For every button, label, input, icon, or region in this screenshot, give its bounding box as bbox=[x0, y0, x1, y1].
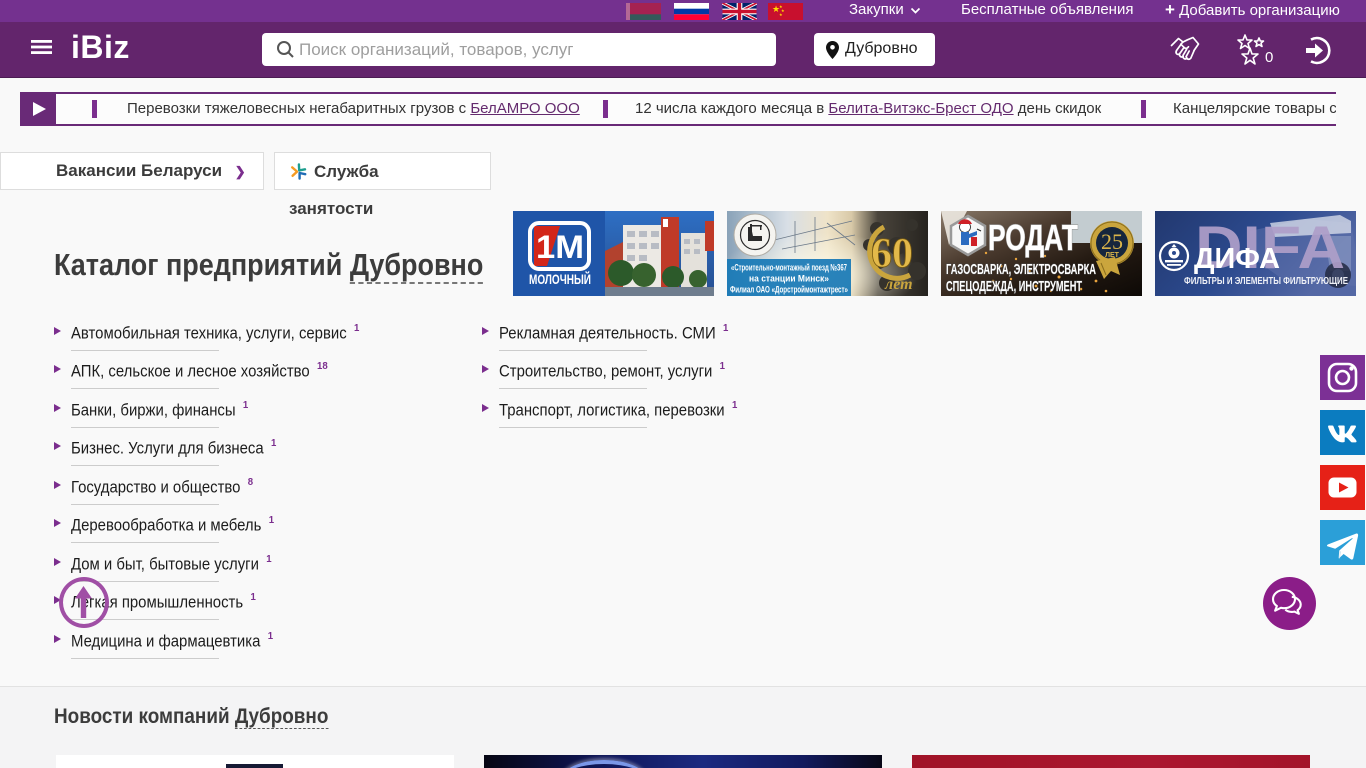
svg-text:60: 60 bbox=[871, 231, 913, 277]
svg-text:ФИЛЬТРЫ И ЭЛЕМЕНТЫ ФИЛЬТРУЮЩИЕ: ФИЛЬТРЫ И ЭЛЕМЕНТЫ ФИЛЬТРУЮЩИЕ bbox=[1184, 275, 1348, 287]
svg-text:★: ★ bbox=[779, 12, 783, 17]
svg-text:25: 25 bbox=[1101, 229, 1123, 254]
svg-text:лет: лет bbox=[884, 276, 913, 293]
svg-text:ГАЗОСВАРКА, ЭЛЕКТРОСВАРКА: ГАЗОСВАРКА, ЭЛЕКТРОСВАРКА bbox=[946, 261, 1096, 278]
svg-text:СПЕЦОДЕЖДА, ИНСТРУМЕНТ: СПЕЦОДЕЖДА, ИНСТРУМЕНТ bbox=[946, 278, 1082, 295]
svg-text:ДИФА: ДИФА bbox=[1194, 243, 1280, 275]
svg-text:МОЛОЧНЫЙ: МОЛОЧНЫЙ bbox=[529, 270, 591, 287]
svg-text:ЛЕТ: ЛЕТ bbox=[1105, 252, 1120, 259]
svg-text:«Строительно-монтажный поезд №: «Строительно-монтажный поезд №367 bbox=[731, 263, 847, 274]
svg-text:0: 0 bbox=[1265, 49, 1273, 66]
svg-text:на станции Минск»: на станции Минск» bbox=[749, 274, 829, 285]
svg-text:1М: 1М bbox=[536, 229, 584, 265]
svg-text:РОДАТ: РОДАТ bbox=[988, 217, 1078, 258]
svg-text:Филиал ОАО «Дорстроймонтажтрес: Филиал ОАО «Дорстроймонтажтрест» bbox=[730, 285, 848, 296]
